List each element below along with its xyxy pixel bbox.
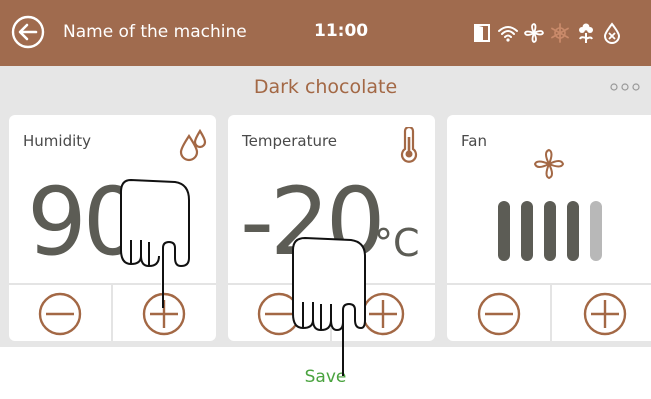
water-drop-icon [601, 21, 623, 45]
plus-circle-icon [362, 292, 405, 336]
fan-level-bars [498, 201, 613, 261]
fan-card: Fan [447, 115, 651, 341]
humidity-label: Humidity [23, 132, 92, 150]
fan-increase-button[interactable] [552, 285, 651, 341]
machine-name: Name of the machine [63, 22, 247, 42]
fan-level-bar [590, 201, 602, 261]
fan-level-bar [521, 201, 533, 261]
plus-circle-icon [583, 292, 626, 336]
more-button[interactable] [607, 75, 647, 99]
minus-circle-icon [38, 292, 81, 336]
humidity-decrease-button[interactable] [9, 285, 113, 341]
fan-icon [532, 147, 566, 185]
arrow-left-circle-icon [11, 15, 45, 49]
page-title: Dark chocolate [253, 76, 398, 98]
more-dots-icon [610, 83, 640, 91]
minus-circle-icon [477, 292, 520, 336]
fan-icon [523, 21, 545, 45]
fan-level-bar [498, 201, 510, 261]
fan-level-bar [567, 201, 579, 261]
hand-pointer-icon [119, 178, 195, 322]
fan-level-bar [544, 201, 556, 261]
temperature-unit: °C [374, 221, 420, 265]
title-bar: Dark chocolate [0, 66, 651, 112]
header-bar: Name of the machine 11:00 [0, 0, 651, 66]
flower-icon [575, 21, 597, 45]
snowflake-icon [549, 21, 571, 45]
fan-controls [447, 283, 651, 341]
thermometer-icon [400, 125, 418, 167]
fan-label: Fan [461, 132, 487, 150]
water-drops-icon [177, 128, 211, 166]
hand-pointer-icon [291, 236, 367, 390]
back-button[interactable] [10, 14, 46, 50]
wifi-icon [497, 21, 519, 45]
fan-decrease-button[interactable] [447, 285, 552, 341]
temperature-label: Temperature [242, 132, 338, 150]
door-icon [471, 21, 493, 45]
clock: 11:00 [314, 21, 369, 41]
status-icons [471, 20, 627, 46]
